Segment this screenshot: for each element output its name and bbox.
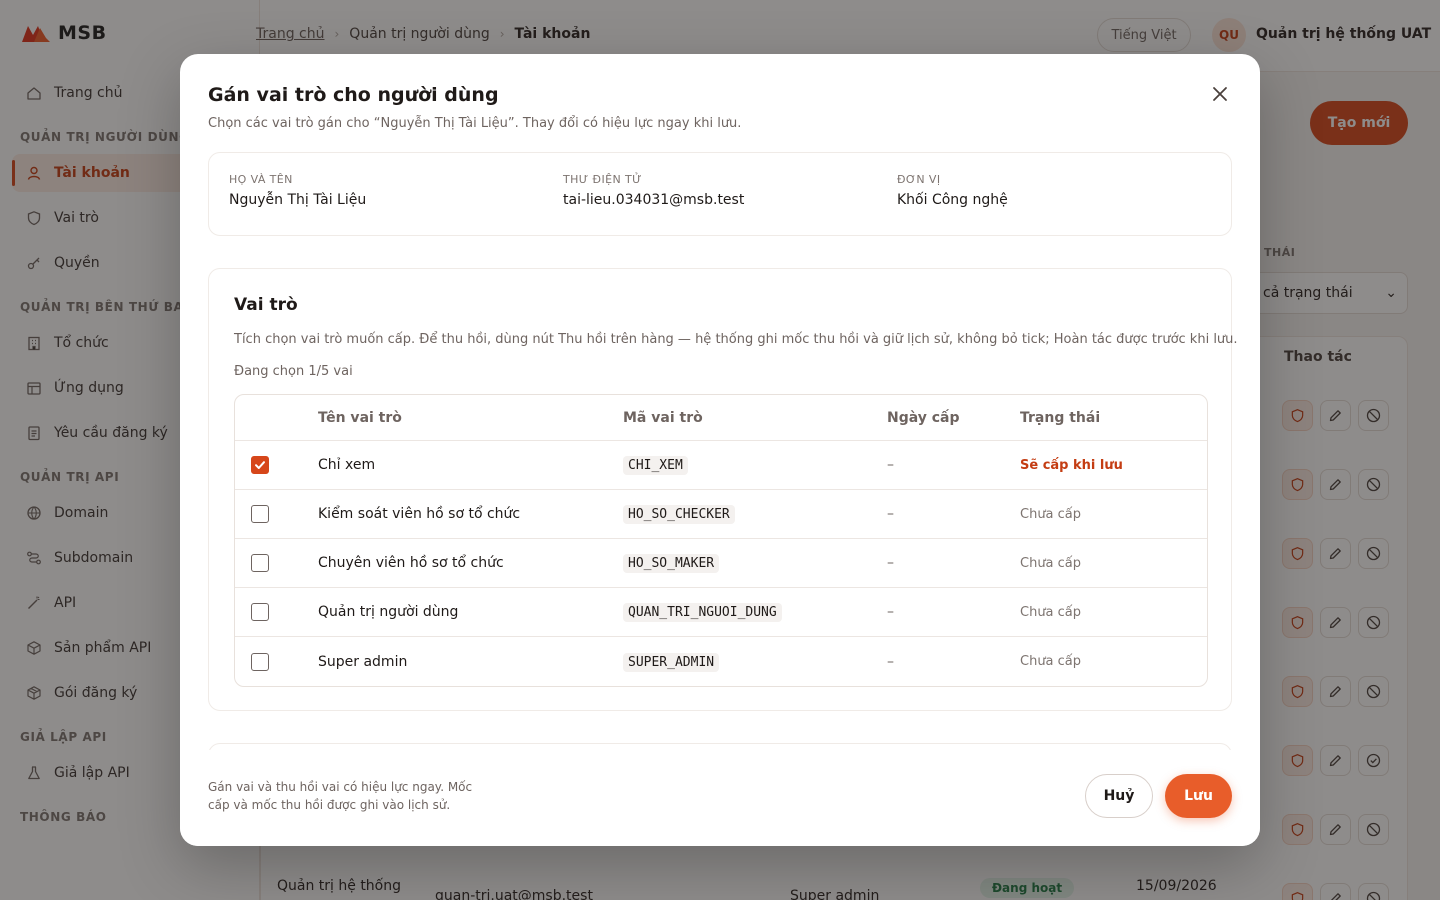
table-row: Kiểm soát viên hồ sơ tổ chức HO_SO_CHECKE… (235, 490, 1207, 539)
close-icon (1213, 87, 1227, 101)
role-name: Super admin (318, 653, 408, 670)
granted-date: – (887, 555, 894, 571)
checkbox-cell (251, 554, 269, 572)
role-name: Chuyên viên hồ sơ tổ chức (318, 555, 504, 571)
role-code: SUPER_ADMIN (623, 652, 720, 672)
role-name: Chỉ xem (318, 457, 376, 473)
table-row: Super admin SUPER_ADMIN – Chưa cấp (235, 637, 1207, 686)
role-code: CHI_XEM (623, 456, 688, 475)
role-status: Chưa cấp (1020, 654, 1082, 669)
user-info-card: HỌ VÀ TÊN Nguyễn Thị Tài Liệu THƯ ĐIỆN T… (208, 152, 1232, 236)
granted-date: – (887, 506, 894, 522)
role-code-cell: CHI_XEM (623, 456, 688, 475)
granted-date: – (887, 653, 894, 670)
info-name: HỌ VÀ TÊN Nguyễn Thị Tài Liệu (229, 173, 366, 208)
info-name-label: HỌ VÀ TÊN (229, 173, 293, 186)
role-status: Chưa cấp (1020, 604, 1082, 620)
role-code: QUAN_TRI_NGUOI_DUNG (623, 603, 782, 622)
checkbox-cell (251, 603, 269, 621)
role-code-cell: QUAN_TRI_NGUOI_DUNG (623, 603, 782, 622)
granted-date: – (887, 604, 894, 620)
role-checkbox[interactable] (251, 603, 269, 621)
roles-selected-count: Đang chọn 1/5 vai (234, 364, 353, 379)
footer-note: Gán vai và thu hồi vai có hiệu lực ngay.… (208, 780, 473, 812)
dialog-title: Gán vai trò cho người dùng (208, 84, 499, 106)
close-button[interactable] (1208, 82, 1232, 106)
header-role-name: Tên vai trò (318, 409, 402, 426)
role-code-cell: HO_SO_MAKER (623, 554, 720, 573)
table-row: Quản trị người dùng QUAN_TRI_NGUOI_DUNG – C… (235, 588, 1207, 637)
save-button[interactable]: Lưu (1165, 774, 1232, 818)
table-row: Chuyên viên hồ sơ tổ chức HO_SO_MAKER – Chư… (235, 539, 1207, 588)
info-email: THƯ ĐIỆN TỬ tai-lieu.034031@msb.test (563, 173, 744, 208)
cancel-button[interactable]: Huỷ (1085, 774, 1153, 818)
table-row: Chỉ xem CHI_XEM – Sẽ cấp khi lưu (235, 441, 1207, 490)
header-granted-date: Ngày cấp (887, 409, 960, 426)
checkbox-cell (251, 456, 269, 474)
checkbox-cell (251, 505, 269, 523)
role-checkbox[interactable] (251, 652, 269, 671)
roles-card: Vai trò Tích chọn vai trò muốn cấp. Để t… (208, 268, 1238, 711)
role-status: Sẽ cấp khi lưu (1020, 457, 1123, 473)
roles-title: Vai trò (234, 295, 298, 315)
role-code-cell: SUPER_ADMIN (623, 652, 720, 672)
granted-date: – (887, 457, 894, 473)
roles-description: Tích chọn vai trò muốn cấp. Để thu hồi, … (234, 332, 1238, 347)
role-checkbox[interactable] (251, 554, 269, 572)
info-email-value: tai-lieu.034031@msb.test (563, 192, 745, 208)
dialog-footer: Gán vai và thu hồi vai có hiệu lực ngay.… (180, 750, 1260, 846)
assign-role-dialog: Gán vai trò cho người dùng Chọn các vai … (180, 54, 1260, 846)
header-status: Trạng thái (1020, 409, 1101, 426)
checkbox-cell (251, 652, 269, 671)
role-code: HO_SO_CHECKER (623, 505, 735, 524)
roles-table: Tên vai trò Mã vai trò Ngày cấp Trạng th… (234, 394, 1208, 687)
checkmark-icon (255, 461, 265, 469)
role-checkbox[interactable] (251, 505, 269, 523)
info-name-value: Nguyễn Thị Tài Liệu (229, 192, 367, 208)
role-code: HO_SO_MAKER (623, 554, 720, 573)
info-unit: ĐƠN VỊ Khối Công nghệ (897, 173, 1008, 208)
role-status: Chưa cấp (1020, 555, 1082, 571)
role-code-cell: HO_SO_CHECKER (623, 505, 735, 524)
role-name: Kiểm soát viên hồ sơ tổ chức (318, 506, 521, 522)
header-role-code: Mã vai trò (623, 409, 703, 426)
role-name: Quản trị người dùng (318, 604, 459, 620)
role-checkbox[interactable] (251, 456, 269, 474)
info-email-label: THƯ ĐIỆN TỬ (563, 173, 642, 186)
role-status: Chưa cấp (1020, 506, 1082, 522)
info-unit-value: Khối Công nghệ (897, 192, 1008, 208)
dialog-subtitle: Chọn các vai trò gán cho “Nguyễn Thị Tài… (208, 116, 742, 131)
roles-table-header: Tên vai trò Mã vai trò Ngày cấp Trạng th… (235, 395, 1207, 441)
info-unit-label: ĐƠN VỊ (897, 173, 941, 186)
